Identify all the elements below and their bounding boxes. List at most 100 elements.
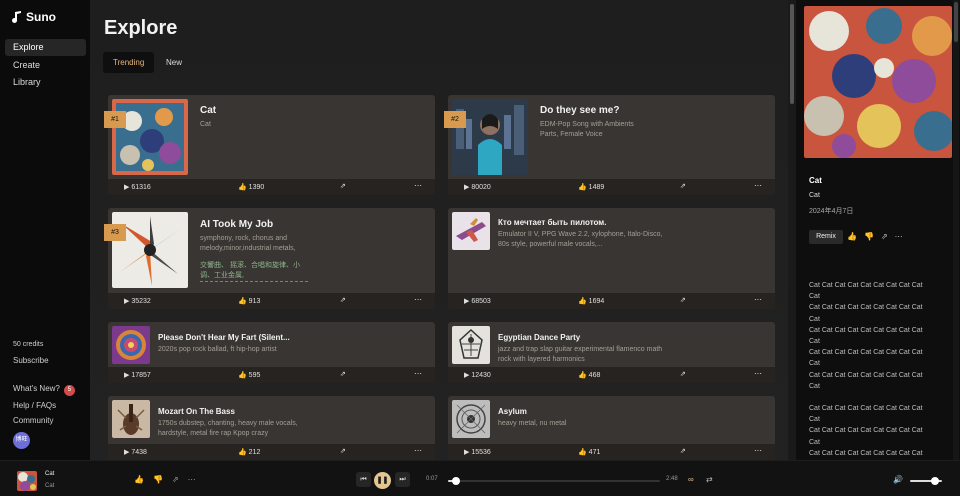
- player-bar: Cat Cat 👍 👎 ⇗ ⋯ ⏮ ❚❚ ⏭ 0:07 2:48 ∞ ⇄ 🔊: [0, 460, 960, 496]
- help-faqs-link[interactable]: Help / FAQs: [13, 401, 56, 410]
- share-icon[interactable]: ⇗: [340, 296, 346, 304]
- like-count[interactable]: 👍 1390: [238, 183, 264, 191]
- song-card[interactable]: Кто мечтает быть пилотом. Emulator II V,…: [448, 208, 775, 309]
- more-icon[interactable]: ⋯: [414, 181, 422, 190]
- song-title[interactable]: Please Don't Hear My Fart (Silent...: [158, 333, 308, 342]
- logo-text: Suno: [26, 10, 56, 24]
- suno-logo[interactable]: Suno: [12, 10, 56, 24]
- more-icon[interactable]: ⋯: [188, 475, 196, 484]
- like-count[interactable]: 👍 913: [238, 297, 260, 305]
- more-icon[interactable]: ⋯: [895, 232, 903, 241]
- main-scrollbar[interactable]: [788, 0, 796, 460]
- play-count[interactable]: ▶ 7438: [124, 448, 147, 456]
- scrollbar-thumb[interactable]: [790, 4, 794, 104]
- song-title[interactable]: Кто мечтает быть пилотом.: [498, 218, 758, 227]
- detail-scrollbar[interactable]: [953, 0, 959, 460]
- detail-artist[interactable]: Cat: [809, 192, 820, 199]
- sidebar-item-library[interactable]: Library: [5, 74, 86, 91]
- more-icon[interactable]: ⋯: [754, 181, 762, 190]
- now-playing-artist[interactable]: Cat: [45, 483, 54, 489]
- song-stats: ▶ 7438 👍 212 ⇗ ⋯: [108, 444, 435, 460]
- play-count[interactable]: ▶ 61316: [124, 183, 151, 191]
- share-icon[interactable]: ⇗: [680, 296, 686, 304]
- pause-button[interactable]: ❚❚: [374, 472, 391, 489]
- song-stats: ▶ 80020 👍 1489 ⇗ ⋯: [448, 179, 775, 195]
- share-icon[interactable]: ⇗: [340, 370, 346, 378]
- song-cover: [452, 400, 490, 438]
- now-playing-title[interactable]: Cat: [45, 471, 54, 477]
- progress-knob[interactable]: [452, 477, 461, 485]
- song-title[interactable]: Asylum: [498, 407, 758, 416]
- whats-new-link[interactable]: What's New? 5: [13, 384, 75, 396]
- song-cover: [452, 326, 490, 364]
- song-title[interactable]: Do they see me?: [540, 105, 760, 116]
- play-count[interactable]: ▶ 15536: [464, 448, 491, 456]
- sidebar-item-create[interactable]: Create: [5, 57, 86, 74]
- like-count[interactable]: 👍 212: [238, 448, 260, 456]
- like-count[interactable]: 👍 468: [578, 371, 600, 379]
- song-title[interactable]: Cat: [200, 105, 420, 116]
- more-icon[interactable]: ⋯: [414, 369, 422, 378]
- tab-new[interactable]: New: [156, 52, 192, 73]
- like-count[interactable]: 👍 471: [578, 448, 600, 456]
- scrollbar-thumb[interactable]: [954, 2, 958, 42]
- like-count[interactable]: 👍 595: [238, 371, 260, 379]
- share-icon[interactable]: ⇗: [680, 182, 686, 190]
- loop-icon[interactable]: ∞: [688, 475, 694, 484]
- page-title: Explore: [104, 17, 178, 39]
- more-icon[interactable]: ⋯: [754, 369, 762, 378]
- subscribe-link[interactable]: Subscribe: [13, 356, 49, 365]
- whats-new-label: What's New?: [13, 384, 60, 393]
- share-icon[interactable]: ⇗: [172, 475, 179, 484]
- share-icon[interactable]: ⇗: [340, 182, 346, 190]
- now-playing-cover[interactable]: [17, 471, 37, 491]
- more-icon[interactable]: ⋯: [414, 295, 422, 304]
- share-icon[interactable]: ⇗: [881, 232, 888, 241]
- song-title[interactable]: Mozart On The Bass: [158, 407, 308, 416]
- song-description: EDM-Pop Song with Ambients Parts, Female…: [540, 121, 634, 138]
- play-count[interactable]: ▶ 12430: [464, 371, 491, 379]
- previous-button[interactable]: ⏮: [356, 472, 371, 487]
- play-count[interactable]: ▶ 68503: [464, 297, 491, 305]
- like-count[interactable]: 👍 1489: [578, 183, 604, 191]
- song-description: jazz and trap slap guitar experimental f…: [498, 346, 663, 363]
- like-count[interactable]: 👍 1694: [578, 297, 604, 305]
- song-cover: [112, 400, 150, 438]
- song-card[interactable]: #3 AI Took My Job symphony, rock, chorus…: [104, 208, 435, 309]
- song-title[interactable]: AI Took My Job: [200, 219, 420, 230]
- lyrics-verse: Cat Cat Cat Cat Cat Cat Cat Cat Cat Cat …: [809, 282, 923, 390]
- more-icon[interactable]: ⋯: [754, 446, 762, 455]
- thumbs-up-icon[interactable]: 👍: [134, 475, 144, 484]
- next-button[interactable]: ⏭: [395, 472, 410, 487]
- more-icon[interactable]: ⋯: [754, 295, 762, 304]
- share-icon[interactable]: ⇗: [680, 447, 686, 455]
- song-card[interactable]: Please Don't Hear My Fart (Silent... 202…: [108, 322, 435, 383]
- sidebar: Suno Explore Create Library 50 credits S…: [0, 0, 90, 460]
- thumbs-down-icon[interactable]: 👎: [864, 232, 874, 241]
- tab-trending[interactable]: Trending: [103, 52, 155, 73]
- sidebar-item-explore[interactable]: Explore: [5, 39, 86, 56]
- play-count[interactable]: ▶ 80020: [464, 183, 491, 191]
- song-description: Emulator II V, PPG Wave 2.2, xylophone, …: [498, 231, 663, 248]
- share-icon[interactable]: ⇗: [340, 447, 346, 455]
- song-card[interactable]: Asylum heavy metal, nu metal ▶ 15536 👍 4…: [448, 396, 775, 460]
- more-icon[interactable]: ⋯: [414, 446, 422, 455]
- song-card[interactable]: Mozart On The Bass 1750s dubstep, chanti…: [108, 396, 435, 460]
- volume-icon[interactable]: 🔊: [893, 475, 903, 484]
- thumbs-up-icon[interactable]: 👍: [847, 232, 857, 241]
- volume-knob[interactable]: [930, 477, 939, 485]
- play-count[interactable]: ▶ 17857: [124, 371, 151, 379]
- play-count[interactable]: ▶ 35232: [124, 297, 151, 305]
- shuffle-icon[interactable]: ⇄: [706, 475, 713, 484]
- song-card[interactable]: Egyptian Dance Party jazz and trap slap …: [448, 322, 775, 383]
- share-icon[interactable]: ⇗: [680, 370, 686, 378]
- song-card[interactable]: #2 Do they see me? EDM-Pop Song with Amb…: [444, 95, 775, 195]
- thumbs-down-icon[interactable]: 👎: [153, 475, 163, 484]
- progress-bar[interactable]: [448, 477, 660, 485]
- avatar[interactable]: 博旺: [13, 432, 30, 449]
- community-link[interactable]: Community: [13, 416, 53, 425]
- song-card[interactable]: #1 Cat Cat ▶ 61316 👍 1390 ⇗ ⋯: [104, 95, 435, 195]
- song-title[interactable]: Egyptian Dance Party: [498, 333, 758, 342]
- remix-button[interactable]: Remix: [809, 230, 843, 244]
- song-stats: ▶ 35232 👍 913 ⇗ ⋯: [108, 293, 435, 309]
